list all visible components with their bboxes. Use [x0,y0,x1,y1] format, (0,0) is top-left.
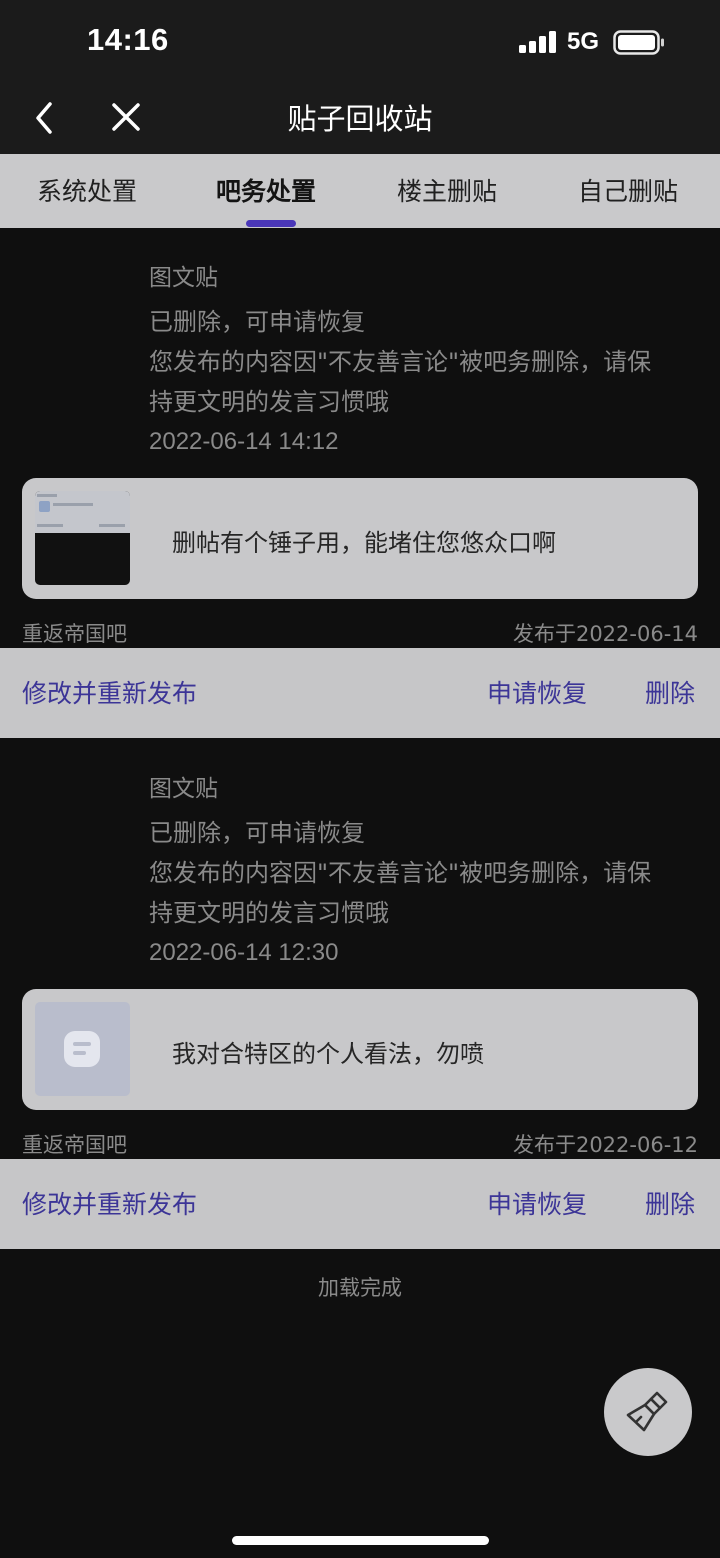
nav-bar: 贴子回收站 [0,88,720,154]
forum-name[interactable]: 重返帝国吧 [22,1129,127,1159]
clean-button[interactable] [604,1368,692,1456]
post-status: 已删除，可申请恢复 [149,308,365,336]
post-status: 已删除，可申请恢复 [149,819,365,847]
forum-name[interactable]: 重返帝国吧 [22,618,127,648]
edit-republish-button[interactable]: 修改并重新发布 [22,1185,197,1221]
post-type: 图文贴 [149,776,218,802]
action-bar: 修改并重新发布 申请恢复 删除 [0,1159,720,1249]
status-time: 14:16 [87,22,169,57]
edit-republish-button[interactable]: 修改并重新发布 [22,674,197,710]
post-time: 2022-06-14 12:30 [149,939,339,966]
post-preview[interactable]: 我对合特区的个人看法，勿喷 [22,989,698,1110]
battery-icon [613,30,664,55]
tab-op-deleted[interactable]: 楼主删贴 [397,172,497,208]
post-reason: 您发布的内容因"不友善言论"被吧务删除，请保持更文明的发言习惯哦 [149,348,652,416]
preview-text: 删帖有个锤子用，能堵住您悠众口啊 [172,529,556,557]
request-restore-button[interactable]: 申请恢复 [487,1185,587,1221]
signal-icon [519,31,557,53]
delete-button[interactable]: 删除 [645,1185,695,1221]
page-title: 贴子回收站 [287,102,433,136]
document-icon [64,1031,100,1067]
broom-icon [626,1391,668,1432]
document-thumbnail [35,1002,130,1096]
post-time: 2022-06-14 14:12 [149,428,339,455]
publish-date: 发布于2022-06-12 [512,1133,698,1157]
tab-bar: 系统处置 吧务处置 楼主删贴 自己删贴 [0,154,720,228]
delete-button[interactable]: 删除 [645,674,695,710]
publish-date: 发布于2022-06-14 [512,622,698,646]
post-reason: 您发布的内容因"不友善言论"被吧务删除，请保持更文明的发言习惯哦 [149,859,652,927]
post-type: 图文贴 [149,265,218,291]
network-label: 5G [567,28,600,55]
preview-text: 我对合特区的个人看法，勿喷 [172,1040,484,1068]
tab-self-deleted[interactable]: 自己删贴 [578,172,678,208]
screenshot-thumbnail [35,491,130,585]
status-bar: 14:16 5G [0,0,720,88]
post-preview[interactable]: 删帖有个锤子用，能堵住您悠众口啊 [22,478,698,599]
load-complete-text: 加载完成 [318,1276,402,1300]
tab-indicator [246,220,296,227]
tab-system[interactable]: 系统处置 [37,172,137,208]
home-indicator[interactable] [232,1536,489,1545]
tab-moderator[interactable]: 吧务处置 [216,172,316,208]
request-restore-button[interactable]: 申请恢复 [487,674,587,710]
action-bar: 修改并重新发布 申请恢复 删除 [0,648,720,738]
